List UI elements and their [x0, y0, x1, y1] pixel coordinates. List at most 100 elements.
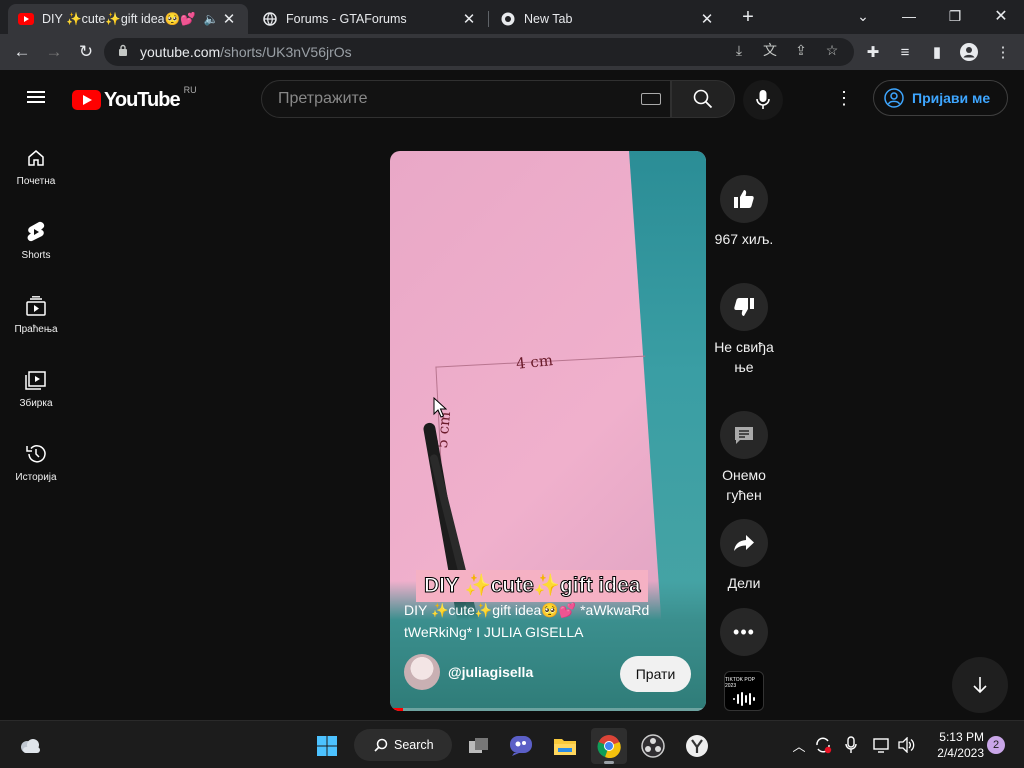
- guide-item-label: Shorts: [21, 250, 51, 261]
- install-app-icon[interactable]: ⤓: [727, 38, 751, 62]
- task-view-icon[interactable]: [461, 728, 497, 764]
- tab-gtaforums[interactable]: Forums - GTAForums ✕: [252, 4, 488, 34]
- guide-item-subscriptions[interactable]: Праћења: [0, 276, 72, 350]
- lock-icon: [118, 44, 128, 60]
- tab-audio-icon[interactable]: 🔈: [202, 10, 220, 28]
- weather-widget-icon[interactable]: [12, 728, 48, 764]
- next-short-button[interactable]: [952, 657, 1008, 713]
- obs-studio-icon[interactable]: [635, 728, 671, 764]
- youtube-play-logo-icon: [72, 90, 101, 110]
- sign-in-button[interactable]: Пријави ме: [873, 80, 1008, 116]
- tab-youtube-short[interactable]: DIY ✨cute✨gift idea🥺💕 🔈 ✕: [8, 4, 248, 34]
- audio-wave-icon: [733, 691, 755, 706]
- home-icon: [24, 146, 48, 170]
- new-tab-button[interactable]: +: [736, 5, 760, 29]
- guide-item-library[interactable]: Збирка: [0, 350, 72, 424]
- browser-toolbar: ← → ↻ youtube.com/shorts/UK3nV56jrOs ⤓ 文…: [0, 34, 1024, 70]
- globe-favicon-icon: [262, 11, 278, 27]
- side-panel-icon[interactable]: ▮: [924, 39, 950, 65]
- bookmark-star-icon[interactable]: ☆: [820, 38, 844, 62]
- windows-taskbar: Search ︿ 5:13 PM 2/4/2023 2: [0, 720, 1024, 768]
- chrome-favicon-icon: [500, 11, 516, 27]
- clock-time: 5:13 PM: [939, 730, 984, 744]
- settings-menu-icon[interactable]: ⋮: [832, 86, 856, 110]
- network-icon[interactable]: [871, 734, 893, 756]
- guide-item-shorts[interactable]: Shorts: [0, 202, 72, 276]
- file-explorer-icon[interactable]: [547, 728, 583, 764]
- comments-button[interactable]: [720, 411, 768, 459]
- guide-item-label: Почетна: [16, 176, 56, 187]
- share-page-icon[interactable]: ⇪: [789, 38, 813, 62]
- short-title[interactable]: DIY ✨cute✨gift idea🥺💕 *aWkwaRd tWeRkiNg*…: [404, 599, 699, 643]
- guide-item-label: Историја: [15, 472, 57, 483]
- channel-info[interactable]: @juliagisella: [404, 654, 533, 690]
- thumbs-down-icon: [734, 298, 754, 316]
- guide-menu-icon[interactable]: [24, 88, 48, 112]
- reload-button[interactable]: ↻: [72, 38, 100, 66]
- sound-tile[interactable]: TIKTOK POP 2023: [724, 671, 764, 711]
- extensions-puzzle-icon[interactable]: ✚: [860, 39, 886, 65]
- media-queue-icon[interactable]: ≡: [892, 39, 918, 65]
- subscribe-button[interactable]: Прати: [620, 656, 691, 692]
- search-input[interactable]: Претражите: [261, 80, 671, 118]
- keyboard-icon[interactable]: [641, 93, 661, 105]
- translate-icon[interactable]: 文: [758, 38, 782, 62]
- volume-icon[interactable]: [896, 734, 918, 756]
- show-hidden-icons-chevron-icon[interactable]: ︿: [788, 734, 810, 756]
- clock-date: 2/4/2023: [937, 746, 984, 760]
- video-overlay-caption: DIY ✨cute✨gift idea: [416, 570, 649, 602]
- tab-close-icon[interactable]: ✕: [698, 10, 716, 28]
- tab-close-icon[interactable]: ✕: [460, 10, 478, 28]
- arrow-down-icon: [973, 677, 987, 694]
- shorts-icon: [24, 220, 48, 244]
- shorts-video-player[interactable]: 4 cm 5 cm DIY ✨cute✨gift idea DIY ✨cute✨…: [390, 151, 706, 711]
- notification-badge[interactable]: 2: [987, 736, 1005, 754]
- comments-action: Онемо гућен: [720, 411, 768, 505]
- tab-new-tab[interactable]: New Tab ✕: [490, 4, 726, 34]
- chrome-taskbar-icon[interactable]: [591, 728, 627, 764]
- more-options-button[interactable]: •••: [720, 608, 768, 656]
- microphone-icon: [756, 90, 770, 109]
- start-windows-icon[interactable]: [309, 728, 345, 764]
- channel-avatar[interactable]: [404, 654, 440, 690]
- search-button[interactable]: [671, 80, 735, 118]
- thumbs-up-icon: [734, 190, 754, 208]
- subscriptions-icon: [24, 294, 48, 318]
- dislike-button[interactable]: [720, 283, 768, 331]
- logo-text: YouTube: [104, 88, 181, 111]
- more-action: •••: [720, 608, 768, 656]
- voice-search-button[interactable]: [743, 80, 783, 120]
- video-progress-bar[interactable]: [390, 708, 706, 711]
- tab-close-icon[interactable]: ✕: [220, 10, 238, 28]
- close-window-button[interactable]: ✕: [978, 0, 1024, 32]
- comments-label: Онемо гућен: [722, 467, 766, 503]
- share-arrow-icon: [734, 535, 754, 551]
- back-button[interactable]: ←: [8, 38, 36, 66]
- country-code: RU: [183, 85, 197, 95]
- minimize-button[interactable]: —: [886, 0, 932, 32]
- maximize-button[interactable]: ❐: [932, 0, 978, 32]
- guide-item-home[interactable]: Почетна: [0, 128, 72, 202]
- yandex-browser-icon[interactable]: [679, 728, 715, 764]
- sync-status-icon[interactable]: [812, 734, 834, 756]
- youtube-logo[interactable]: YouTube RU: [72, 85, 197, 112]
- forward-button[interactable]: →: [40, 38, 68, 66]
- guide-item-label: Праћења: [14, 324, 58, 335]
- mini-guide: Почетна Shorts Праћења Збирка Историја: [0, 128, 72, 498]
- share-button[interactable]: [720, 519, 768, 567]
- profile-icon[interactable]: [956, 39, 982, 65]
- browser-menu-icon[interactable]: ⋮: [990, 39, 1016, 65]
- microphone-tray-icon[interactable]: [840, 734, 862, 756]
- system-clock[interactable]: 5:13 PM 2/4/2023: [924, 729, 984, 761]
- like-count: 967 хиљ.: [714, 231, 774, 247]
- channel-name[interactable]: @juliagisella: [448, 664, 533, 680]
- tab-title: New Tab: [524, 12, 573, 26]
- guide-item-history[interactable]: Историја: [0, 424, 72, 498]
- taskbar-search-button[interactable]: Search: [354, 729, 452, 761]
- tab-search-chevron-icon[interactable]: ⌄: [840, 0, 886, 32]
- history-icon: [24, 442, 48, 466]
- share-action: Дели: [720, 519, 768, 593]
- like-button[interactable]: [720, 175, 768, 223]
- sound-tile-text: TIKTOK POP 2023: [725, 676, 755, 689]
- teams-chat-icon[interactable]: [503, 728, 539, 764]
